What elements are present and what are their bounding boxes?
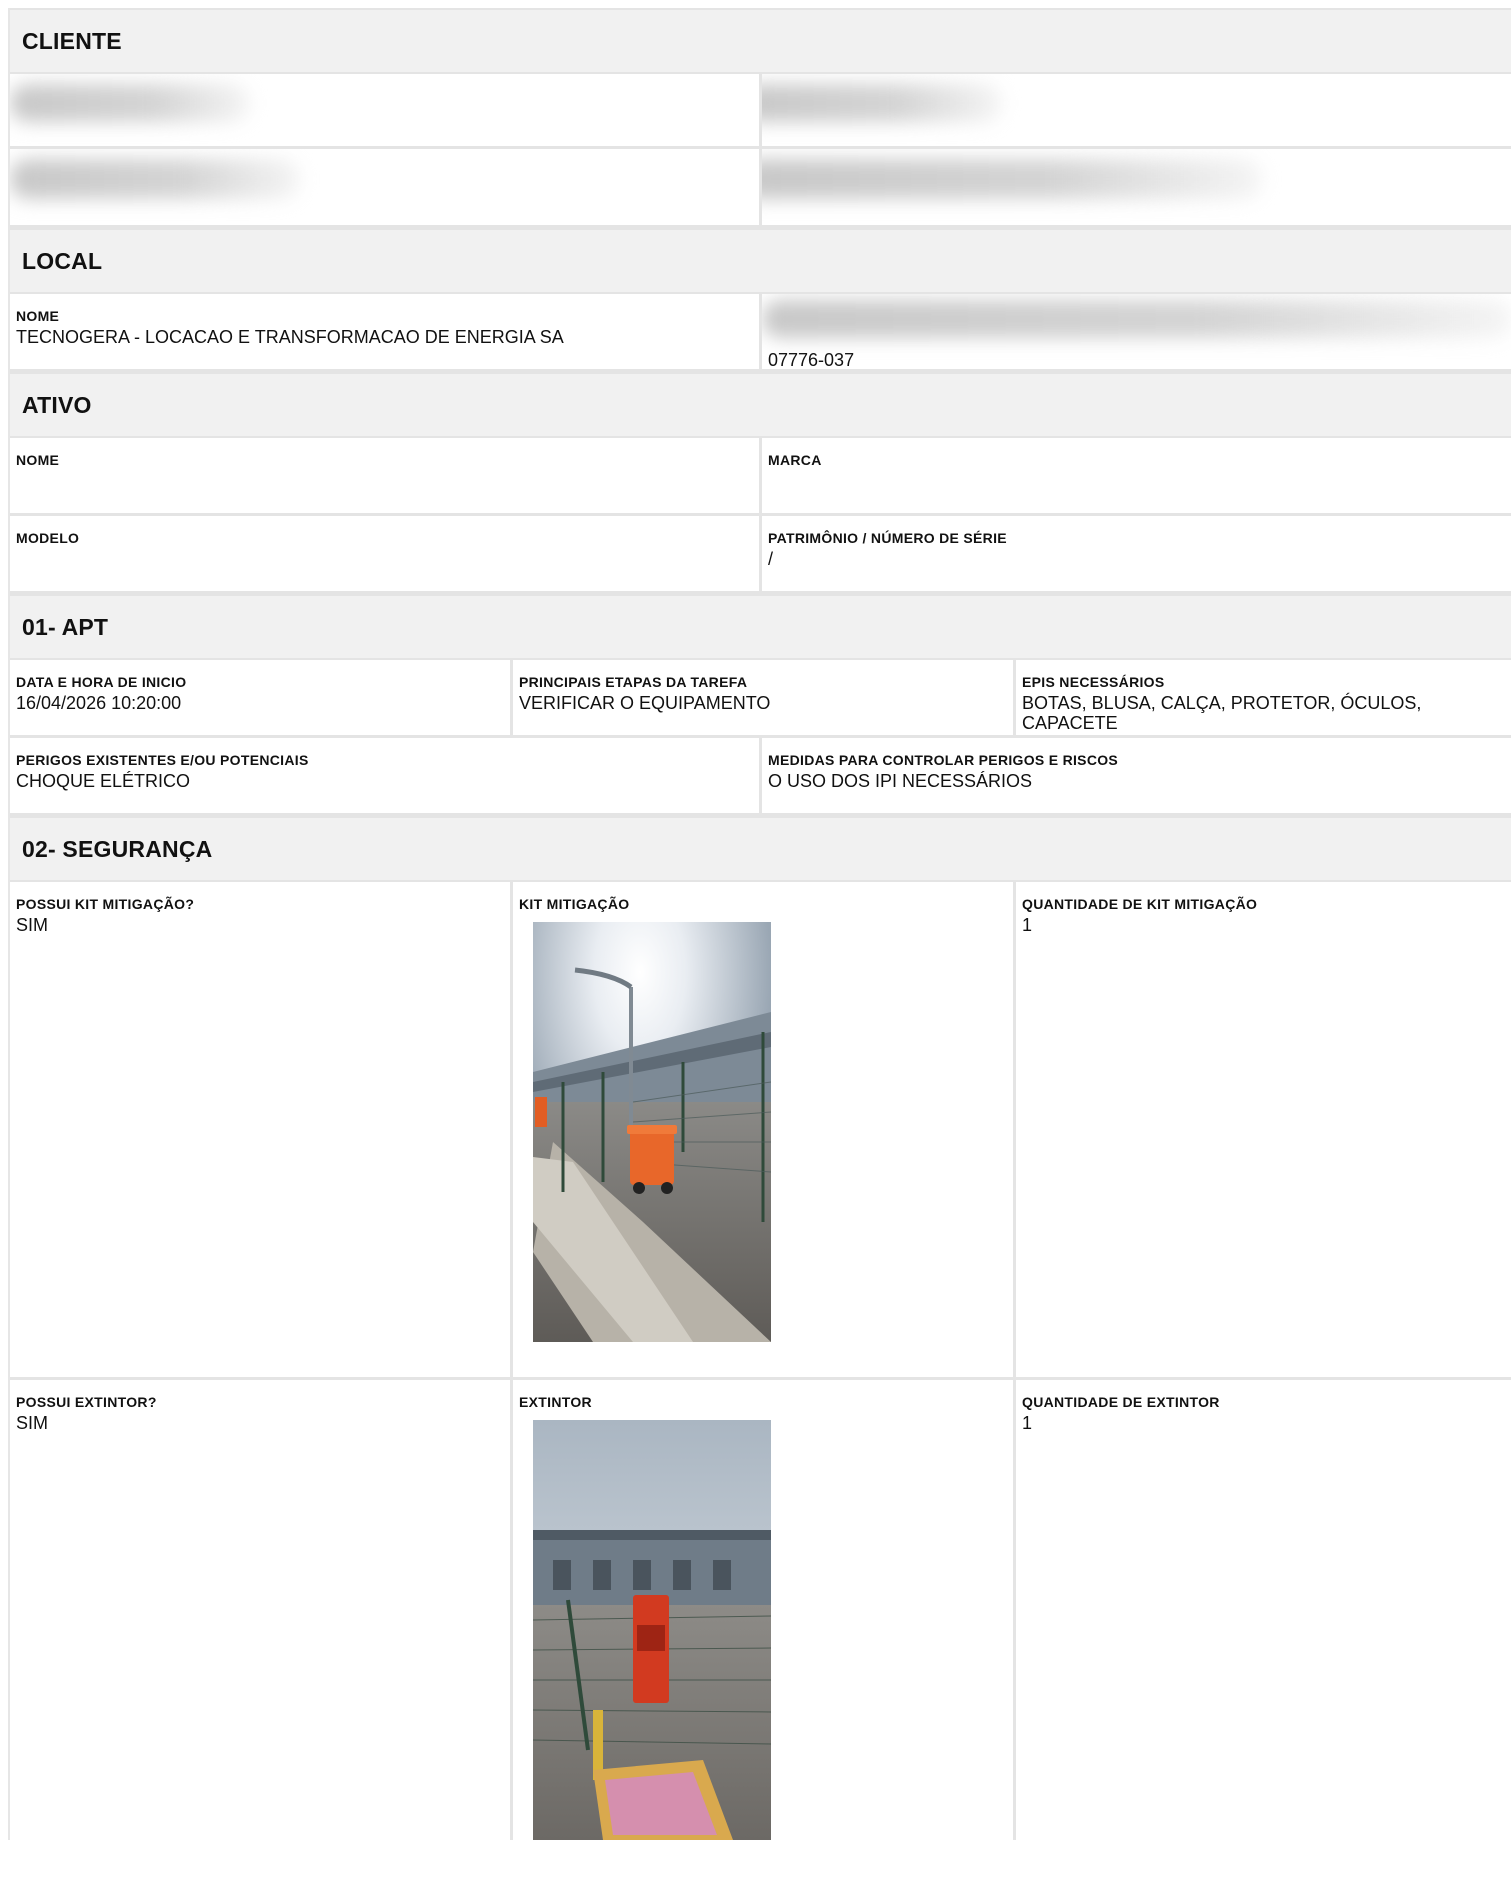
possui-kit-label: POSSUI KIT MITIGAÇÃO? [16, 896, 195, 912]
local-nome-cell: NOME TECNOGERA - LOCACAO E TRANSFORMACAO… [10, 294, 762, 369]
report-sheet: CLIENTE LOCAL NOME TECNOGERA - LOCACAO E… [8, 8, 1511, 1840]
apt-medidas-value: O USO DOS IPI NECESSÁRIOS [768, 771, 1033, 791]
kit-photo-cell: KIT MITIGAÇÃO [513, 882, 1016, 1377]
apt-etapas-cell: PRINCIPAIS ETAPAS DA TAREFA VERIFICAR O … [513, 660, 1016, 735]
apt-epis-label: EPIS NECESSÁRIOS [1022, 674, 1165, 690]
ativo-marca-label: MARCA [768, 452, 822, 468]
ativo-row-2: MODELO PATRIMÔNIO / NÚMERO DE SÉRIE / [10, 516, 1511, 594]
ativo-row-1: NOME MARCA [10, 438, 1511, 516]
apt-data-value: 16/04/2026 10:20:00 [16, 693, 182, 713]
section-seguranca: 02- SEGURANÇA [10, 816, 1511, 882]
section-cliente: CLIENTE [10, 8, 1511, 74]
apt-perigos-value: CHOQUE ELÉTRICO [16, 771, 191, 791]
ativo-modelo-cell: MODELO [10, 516, 762, 591]
apt-epis-cell: EPIS NECESSÁRIOS BOTAS, BLUSA, CALÇA, PR… [1016, 660, 1511, 735]
apt-epis-value: BOTAS, BLUSA, CALÇA, PROTETOR, ÓCULOS, C… [1022, 693, 1422, 733]
ativo-marca-cell: MARCA [762, 438, 1511, 513]
ativo-modelo-label: MODELO [16, 530, 80, 546]
apt-data-label: DATA E HORA DE INICIO [16, 674, 187, 690]
possui-extintor-value: SIM [16, 1413, 49, 1433]
apt-medidas-label: MEDIDAS PARA CONTROLAR PERIGOS E RISCOS [768, 752, 1119, 768]
ativo-nome-label: NOME [16, 452, 60, 468]
apt-data-cell: DATA E HORA DE INICIO 16/04/2026 10:20:0… [10, 660, 513, 735]
qtd-extintor-value: 1 [1022, 1413, 1033, 1433]
cliente-field-3 [10, 149, 762, 225]
local-row: NOME TECNOGERA - LOCACAO E TRANSFORMACAO… [10, 294, 1511, 372]
seguranca-row-extintor: POSSUI EXTINTOR? SIM EXTINTOR QUANTIDADE… [10, 1380, 1511, 1840]
redacted-text [762, 84, 1002, 122]
redacted-text [762, 159, 1262, 199]
apt-etapas-label: PRINCIPAIS ETAPAS DA TAREFA [519, 674, 748, 690]
qtd-extintor-cell: QUANTIDADE DE EXTINTOR 1 [1016, 1380, 1511, 1840]
redacted-text [762, 300, 1511, 338]
cliente-row-2 [10, 149, 1511, 228]
apt-row-2: PERIGOS EXISTENTES E/OU POTENCIAIS CHOQU… [10, 738, 1511, 816]
local-nome-value: TECNOGERA - LOCACAO E TRANSFORMACAO DE E… [16, 327, 564, 347]
local-cep-value: 07776-037 [768, 350, 855, 369]
extintor-photo-cell: EXTINTOR [513, 1380, 1016, 1840]
redacted-text [10, 159, 300, 199]
qtd-kit-cell: QUANTIDADE DE KIT MITIGAÇÃO 1 [1016, 882, 1511, 1377]
extintor-photo[interactable] [533, 1420, 771, 1840]
possui-kit-value: SIM [16, 915, 49, 935]
cliente-field-4 [762, 149, 1511, 225]
apt-etapas-value: VERIFICAR O EQUIPAMENTO [519, 693, 771, 713]
qtd-kit-value: 1 [1022, 915, 1033, 935]
local-endereco-cell: 07776-037 [762, 294, 1511, 369]
possui-extintor-cell: POSSUI EXTINTOR? SIM [10, 1380, 513, 1840]
possui-extintor-label: POSSUI EXTINTOR? [16, 1394, 157, 1410]
cliente-row-1 [10, 74, 1511, 149]
section-local: LOCAL [10, 228, 1511, 294]
apt-row-1: DATA E HORA DE INICIO 16/04/2026 10:20:0… [10, 660, 1511, 738]
ativo-patrimonio-label: PATRIMÔNIO / NÚMERO DE SÉRIE [768, 530, 1007, 546]
ativo-nome-cell: NOME [10, 438, 762, 513]
apt-perigos-cell: PERIGOS EXISTENTES E/OU POTENCIAIS CHOQU… [10, 738, 762, 813]
apt-medidas-cell: MEDIDAS PARA CONTROLAR PERIGOS E RISCOS … [762, 738, 1511, 813]
apt-perigos-label: PERIGOS EXISTENTES E/OU POTENCIAIS [16, 752, 309, 768]
cliente-field-1 [10, 74, 762, 146]
kit-mitigacao-photo[interactable] [533, 922, 771, 1342]
possui-kit-cell: POSSUI KIT MITIGAÇÃO? SIM [10, 882, 513, 1377]
kit-label: KIT MITIGAÇÃO [519, 896, 630, 912]
redacted-text [10, 84, 250, 122]
extintor-label: EXTINTOR [519, 1394, 592, 1410]
section-ativo: ATIVO [10, 372, 1511, 438]
local-nome-label: NOME [16, 308, 60, 324]
qtd-extintor-label: QUANTIDADE DE EXTINTOR [1022, 1394, 1220, 1410]
ativo-patrimonio-cell: PATRIMÔNIO / NÚMERO DE SÉRIE / [762, 516, 1511, 591]
report-page: CLIENTE LOCAL NOME TECNOGERA - LOCACAO E… [0, 0, 1511, 1885]
cliente-field-2 [762, 74, 1511, 146]
section-apt: 01- APT [10, 594, 1511, 660]
ativo-patrimonio-value: / [768, 549, 774, 569]
seguranca-row-kit: POSSUI KIT MITIGAÇÃO? SIM KIT MITIGAÇÃO [10, 882, 1511, 1380]
qtd-kit-label: QUANTIDADE DE KIT MITIGAÇÃO [1022, 896, 1258, 912]
